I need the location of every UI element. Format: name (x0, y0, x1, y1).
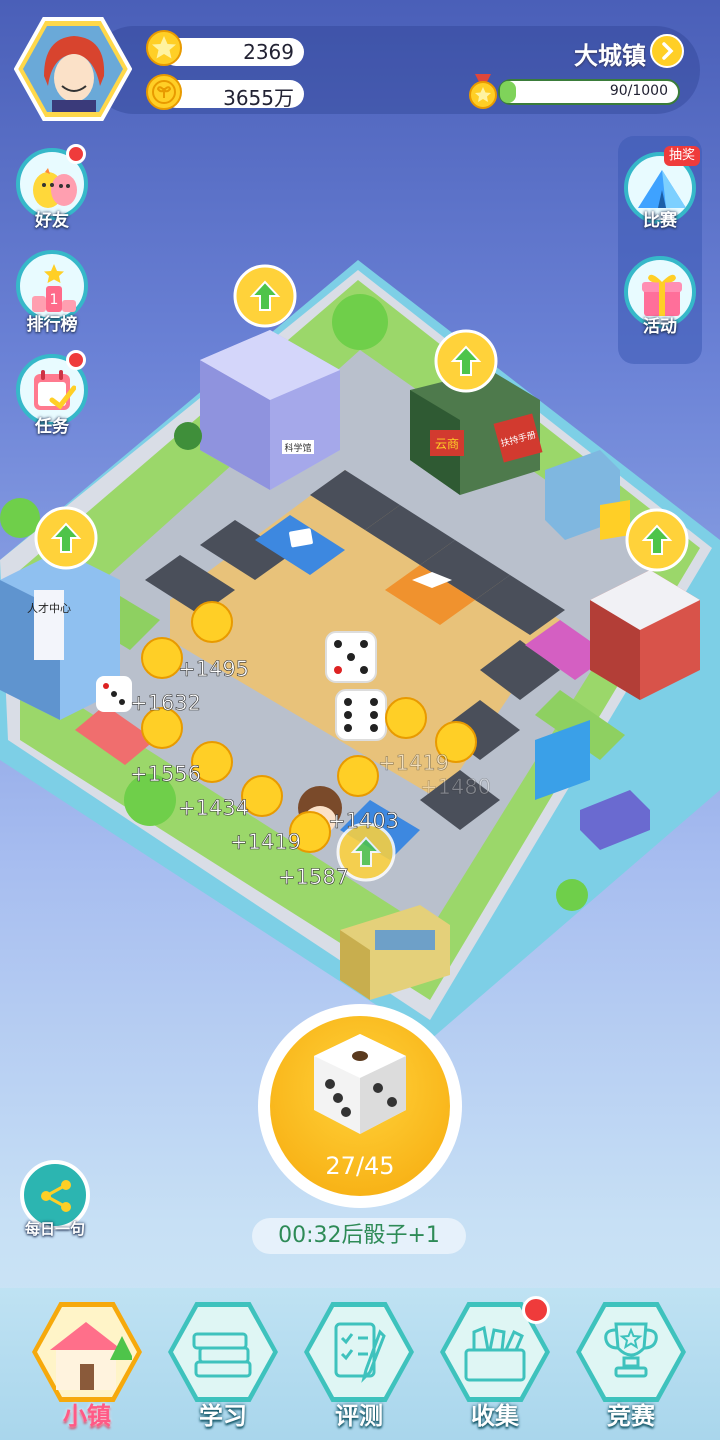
sign-talent-center (34, 590, 64, 660)
stars-value: 2369 (243, 40, 294, 64)
dice-timer: 00:32后骰子+1 (252, 1218, 466, 1254)
trophy-icon (604, 1322, 658, 1378)
game-screen: 2369 3655万 大城镇 90/1000 好友 1 排行榜 任务 抽奖 比赛… (0, 0, 720, 1440)
nav-study[interactable]: 学习 (164, 1298, 282, 1430)
daily-quote-label: 每日一句 (24, 1220, 85, 1238)
star-icon (146, 30, 182, 66)
coin-gain-6: +1587 (278, 865, 349, 889)
board-dice-2 (335, 689, 387, 741)
books-icon (192, 1332, 252, 1378)
coin-gain-5: +1419 (230, 830, 301, 854)
dice-icon (314, 1034, 406, 1134)
upgrade-arrow-apartment[interactable] (625, 508, 689, 572)
nav-study-label: 学习 (199, 1402, 247, 1430)
nav-town-label: 小镇 (63, 1402, 111, 1430)
contest-label: 比赛 (643, 211, 677, 231)
coin-gain-9: +1480 (420, 775, 491, 799)
nav-compete[interactable]: 竞赛 (572, 1298, 690, 1430)
box-icon (464, 1325, 526, 1382)
coin-gain-8: +1419 (378, 751, 449, 775)
game-board[interactable]: 科学馆 云商 扶持手册 人才中心 +1495 +1632 +1556 +1434… (0, 250, 720, 1040)
nav-evaluate[interactable]: 评测 (300, 1298, 418, 1430)
share-icon (41, 1180, 71, 1212)
chick-icon (33, 168, 77, 208)
upgrade-arrow-science[interactable] (233, 264, 297, 328)
house-icon (50, 1322, 132, 1390)
nav-collect-badge (522, 1296, 550, 1324)
sign-talent-center-text: 人才中心 (27, 601, 71, 615)
town-name[interactable]: 大城镇 (520, 36, 646, 71)
upgrade-arrow-talent[interactable] (34, 506, 98, 570)
upgrade-arrow-market[interactable] (434, 329, 498, 393)
nav-evaluate-label: 评测 (335, 1402, 383, 1430)
nav-compete-label: 竞赛 (607, 1402, 655, 1430)
sign-science-hall-text: 科学馆 (284, 442, 311, 454)
dice-count: 27/45 (325, 1152, 395, 1180)
medal-icon (469, 74, 497, 109)
chevron-right-icon[interactable] (650, 34, 684, 68)
coins-value: 3655万 (223, 86, 294, 110)
nav-town[interactable]: 小镇 (28, 1298, 146, 1430)
nav-collect-label: 收集 (471, 1402, 519, 1430)
friends-badge (66, 144, 86, 164)
coin-gain-3: +1556 (130, 762, 201, 786)
coin-gain-7: +1403 (328, 809, 399, 833)
lottery-tag: 抽奖 (664, 146, 700, 166)
coin-gain-1: +1495 (178, 657, 249, 681)
small-dice (96, 676, 132, 712)
coin-gain-2: +1632 (130, 691, 201, 715)
friends-label: 好友 (35, 211, 69, 231)
player-avatar[interactable] (14, 16, 132, 122)
xp-value: 90/1000 (609, 83, 668, 99)
sign-yunshang-text: 云商 (435, 436, 459, 451)
checklist-icon (334, 1322, 386, 1383)
coin-gain-4: +1434 (178, 796, 249, 820)
coin-icon (146, 74, 182, 110)
board-dice-1 (325, 631, 377, 683)
